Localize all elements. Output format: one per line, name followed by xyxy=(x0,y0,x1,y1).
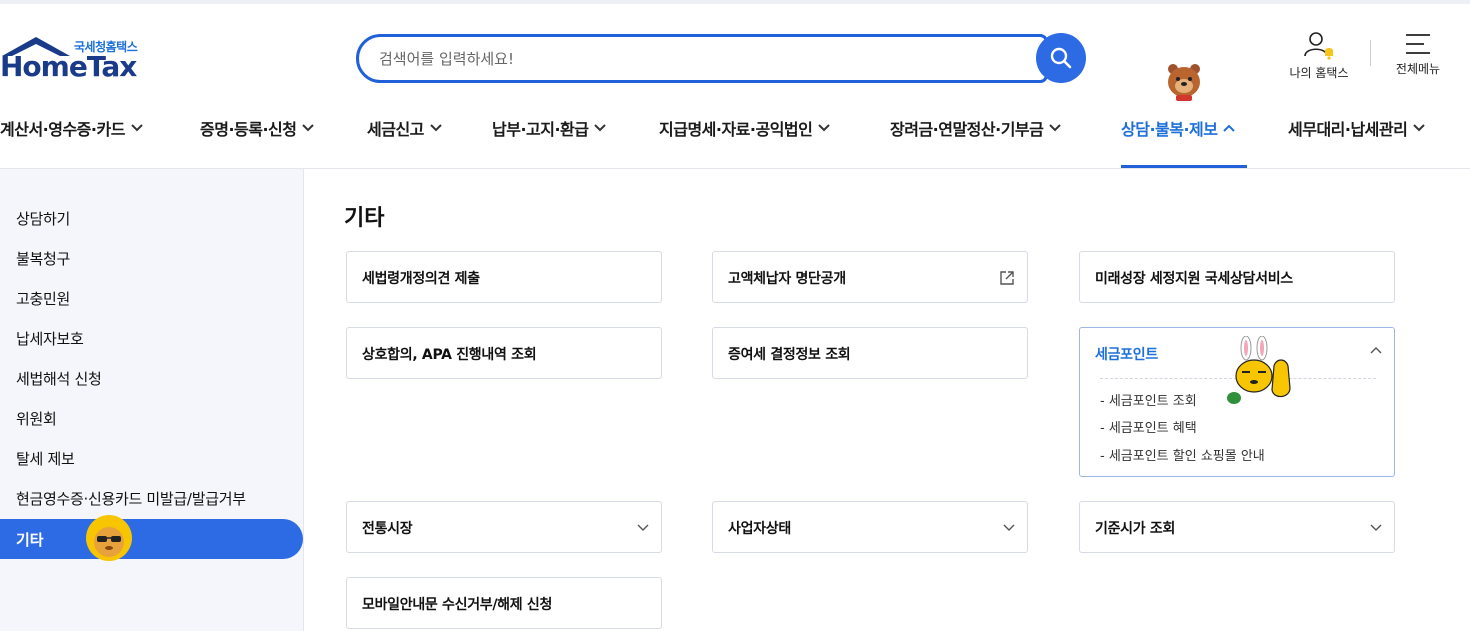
card-label: 전통시장 xyxy=(362,521,413,537)
all-menu-label: 전체메뉴 xyxy=(1395,62,1441,76)
bear-character-icon xyxy=(1168,64,1200,101)
chevron-up-icon xyxy=(1223,124,1236,132)
gnb-item-consult[interactable]: 상담·불복·제보 xyxy=(1121,116,1236,140)
lnb-item-appeal[interactable]: 불복청구 xyxy=(16,248,70,269)
hometax-logo[interactable]: 국세청홈택스 HomeTax xyxy=(0,34,160,84)
all-menu-button[interactable]: 전체메뉴 xyxy=(1388,32,1448,86)
gnb-item-payment[interactable]: 납부·고지·환급 xyxy=(492,116,607,140)
lnb-item-consult[interactable]: 상담하기 xyxy=(16,208,70,229)
card-standard-price[interactable]: 기준시가 조회 xyxy=(1079,501,1395,553)
lnb-item-etc[interactable]: 기타 xyxy=(0,519,303,559)
tax-point-sub-inquiry[interactable]: - 세금포인트 조회 xyxy=(1100,390,1197,409)
gnb-label: 증명·등록·신청 xyxy=(200,120,297,139)
sub-item-label: 세금포인트 혜택 xyxy=(1108,421,1197,436)
chevron-down-icon xyxy=(818,124,831,132)
card-label: 고액체납자 명단공개 xyxy=(728,271,846,287)
card-label: 세법령개정의견 제출 xyxy=(362,271,480,287)
card-label: 증여세 결정정보 조회 xyxy=(728,347,851,363)
gnb-item-agent[interactable]: 세무대리·납세관리 xyxy=(1288,116,1426,140)
chevron-down-icon xyxy=(594,124,607,132)
chevron-down-icon xyxy=(1413,124,1426,132)
logo-title: HomeTax xyxy=(0,50,137,83)
gnb-label: 납부·고지·환급 xyxy=(492,120,589,139)
chevron-down-icon xyxy=(1003,524,1015,531)
search-box xyxy=(356,34,1048,83)
card-label: 미래성장 세정지원 국세상담서비스 xyxy=(1095,271,1293,287)
header-divider xyxy=(1370,40,1371,66)
gnb-item-invoice[interactable]: 계산서·영수증·카드 xyxy=(0,116,143,140)
external-link-icon xyxy=(1000,271,1014,285)
gnb-label: 지급명세·자료·공익법인 xyxy=(659,120,813,139)
card-label: 세금포인트 xyxy=(1095,347,1158,363)
chevron-down-icon xyxy=(131,124,143,132)
gnb-item-statement[interactable]: 지급명세·자료·공익법인 xyxy=(659,116,831,140)
card-traditional-market[interactable]: 전통시장 xyxy=(346,501,662,553)
search-button[interactable] xyxy=(1036,33,1086,83)
chevron-up-icon xyxy=(1370,347,1382,354)
gnb-item-tax-report[interactable]: 세금신고 xyxy=(367,116,442,140)
lnb-item-tax-evasion-report[interactable]: 탈세 제보 xyxy=(16,448,75,469)
lion-character-icon xyxy=(86,515,132,561)
sub-item-label: 세금포인트 조회 xyxy=(1108,394,1197,409)
sub-item-label: 세금포인트 할인 쇼핑몰 안내 xyxy=(1108,449,1265,464)
lnb-item-committee[interactable]: 위원회 xyxy=(16,408,57,429)
card-label: 기준시가 조회 xyxy=(1095,521,1176,537)
card-future-growth-consult[interactable]: 미래성장 세정지원 국세상담서비스 xyxy=(1079,251,1395,303)
card-mobile-notice-optout[interactable]: 모바일안내문 수신거부/해제 신청 xyxy=(346,577,662,629)
card-law-amendment-opinion[interactable]: 세법령개정의견 제출 xyxy=(346,251,662,303)
tax-point-sub-shopping[interactable]: - 세금포인트 할인 쇼핑몰 안내 xyxy=(1100,445,1265,464)
search-input[interactable] xyxy=(379,47,1019,71)
chevron-down-icon xyxy=(637,524,649,531)
rabbit-character-icon xyxy=(1227,336,1291,404)
card-business-status[interactable]: 사업자상태 xyxy=(712,501,1028,553)
page-title: 기타 xyxy=(344,206,385,231)
my-hometax-button[interactable]: 나의 홈택스 xyxy=(1284,30,1354,86)
top-strip xyxy=(0,0,1470,4)
gnb-label: 세무대리·납세관리 xyxy=(1288,120,1408,139)
lnb-item-complaint[interactable]: 고충민원 xyxy=(16,288,70,309)
card-gift-tax-info[interactable]: 증여세 결정정보 조회 xyxy=(712,327,1028,379)
chevron-down-icon xyxy=(1049,124,1062,132)
card-label: 상호합의, APA 진행내역 조회 xyxy=(362,347,537,363)
user-bell-icon xyxy=(1304,32,1333,60)
left-nav: 상담하기 불복청구 고충민원 납세자보호 세법해석 신청 위원회 탈세 제보 현… xyxy=(0,169,304,631)
gnb-label: 장려금·연말정산·기부금 xyxy=(890,120,1044,139)
lnb-item-taxpayer-protection[interactable]: 납세자보호 xyxy=(16,328,84,349)
lnb-item-cash-receipt[interactable]: 현금영수증·신용카드 미발급/발급거부 xyxy=(16,488,246,509)
gnb-item-certificate[interactable]: 증명·등록·신청 xyxy=(200,116,315,140)
gnb-item-incentive[interactable]: 장려금·연말정산·기부금 xyxy=(890,116,1062,140)
search-icon xyxy=(1050,47,1072,69)
card-delinquent-list[interactable]: 고액체납자 명단공개 xyxy=(712,251,1028,303)
lnb-item-interpretation[interactable]: 세법해석 신청 xyxy=(16,368,102,389)
chevron-down-icon xyxy=(1370,524,1382,531)
card-label: 사업자상태 xyxy=(728,521,791,537)
gnb-label: 상담·불복·제보 xyxy=(1121,120,1218,139)
card-label: 모바일안내문 수신거부/해제 신청 xyxy=(362,597,553,613)
hamburger-menu-icon xyxy=(1406,34,1430,54)
chevron-down-icon xyxy=(430,124,442,132)
lnb-item-label: 기타 xyxy=(16,531,44,549)
chevron-down-icon xyxy=(302,124,315,132)
my-hometax-label: 나의 홈택스 xyxy=(1289,66,1349,80)
gnb-label: 세금신고 xyxy=(367,120,424,139)
tax-point-sub-benefit[interactable]: - 세금포인트 혜택 xyxy=(1100,417,1197,436)
card-mutual-agreement[interactable]: 상호합의, APA 진행내역 조회 xyxy=(346,327,662,379)
gnb-label: 계산서·영수증·카드 xyxy=(0,120,125,139)
